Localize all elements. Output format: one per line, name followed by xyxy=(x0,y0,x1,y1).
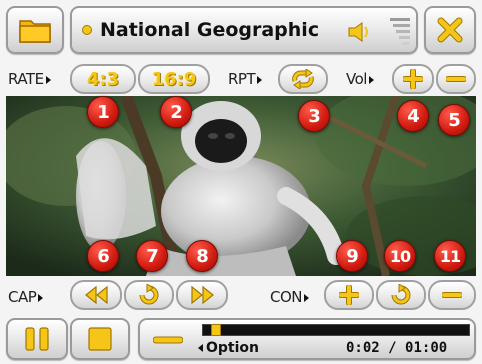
option-arrow-icon xyxy=(198,344,203,352)
badge-10: 10 xyxy=(384,240,416,272)
time-current: 0:02 xyxy=(346,340,380,356)
folder-button[interactable] xyxy=(6,6,64,54)
rate-16-9-label: 16:9 xyxy=(151,68,197,90)
channel-title-bar: National Geographic xyxy=(70,6,418,54)
rate-label: RATE xyxy=(8,70,51,88)
contrast-down-button[interactable] xyxy=(428,280,476,310)
rate-label-text: RATE xyxy=(8,70,44,88)
time-total: 01:00 xyxy=(405,340,448,356)
time-display: 0:02 / 01:00 xyxy=(346,340,447,356)
volume-down-button[interactable] xyxy=(436,64,476,94)
contrast-label: CON xyxy=(270,288,310,306)
contrast-arrow-icon xyxy=(304,293,310,302)
rate-4-3-label: 4:3 xyxy=(86,68,120,90)
badge-8: 8 xyxy=(186,240,218,272)
playback-panel: Option 0:02 / 01:00 xyxy=(138,318,476,360)
option-label: Option xyxy=(206,340,259,356)
capture-label-text: CAP xyxy=(8,288,37,306)
progress-thumb[interactable] xyxy=(211,324,221,336)
fast-forward-button[interactable] xyxy=(176,280,228,310)
contrast-up-button[interactable] xyxy=(324,280,374,310)
minus-icon xyxy=(446,76,466,82)
rate-arrow-icon xyxy=(45,75,51,84)
badge-5: 5 xyxy=(438,104,470,136)
repeat-arrow-icon xyxy=(257,75,263,84)
minus-icon xyxy=(442,292,462,298)
volume-up-button[interactable] xyxy=(392,64,434,94)
replay-button[interactable] xyxy=(124,280,174,310)
refresh-icon xyxy=(391,284,411,305)
folder-icon xyxy=(19,20,51,43)
close-icon xyxy=(437,17,463,43)
badge-11: 11 xyxy=(434,240,466,272)
option-minus-button[interactable] xyxy=(148,328,188,352)
fast-forward-icon xyxy=(191,285,214,305)
option-button[interactable]: Option xyxy=(198,340,259,356)
stop-icon xyxy=(88,327,112,351)
pause-icon xyxy=(25,327,49,351)
badge-6: 6 xyxy=(87,240,119,272)
repeat-button[interactable] xyxy=(278,64,328,94)
channel-title: National Geographic xyxy=(100,19,320,41)
badge-7: 7 xyxy=(136,240,168,272)
badge-3: 3 xyxy=(298,100,330,132)
plus-icon xyxy=(339,285,359,305)
close-button[interactable] xyxy=(424,6,476,54)
volume-arrow-icon xyxy=(368,75,374,84)
volume-label: Vol xyxy=(346,70,374,88)
repeat-label: RPT xyxy=(228,70,263,88)
volume-label-text: Vol xyxy=(346,70,367,88)
badge-4: 4 xyxy=(397,100,429,132)
speaker-icon[interactable] xyxy=(347,21,373,43)
stop-button[interactable] xyxy=(70,318,130,360)
refresh-icon xyxy=(139,284,159,305)
rate-16-9-button[interactable]: 16:9 xyxy=(138,64,210,94)
badge-9: 9 xyxy=(336,240,368,272)
repeat-label-text: RPT xyxy=(228,70,256,88)
time-separator: / xyxy=(388,340,397,356)
repeat-icon xyxy=(292,69,314,89)
contrast-reset-button[interactable] xyxy=(376,280,426,310)
pause-button[interactable] xyxy=(6,318,68,360)
plus-icon xyxy=(403,69,423,89)
badge-1: 1 xyxy=(87,96,119,128)
contrast-label-text: CON xyxy=(270,288,303,306)
capture-label: CAP xyxy=(8,288,44,306)
capture-arrow-icon xyxy=(38,293,44,302)
channel-dot-icon xyxy=(82,25,92,35)
signal-bars-icon xyxy=(390,18,410,45)
rate-4-3-button[interactable]: 4:3 xyxy=(70,64,136,94)
rewind-button[interactable] xyxy=(70,280,122,310)
progress-track[interactable] xyxy=(202,324,470,336)
rewind-icon xyxy=(85,285,108,305)
badge-2: 2 xyxy=(160,96,192,128)
minus-icon xyxy=(153,336,183,344)
